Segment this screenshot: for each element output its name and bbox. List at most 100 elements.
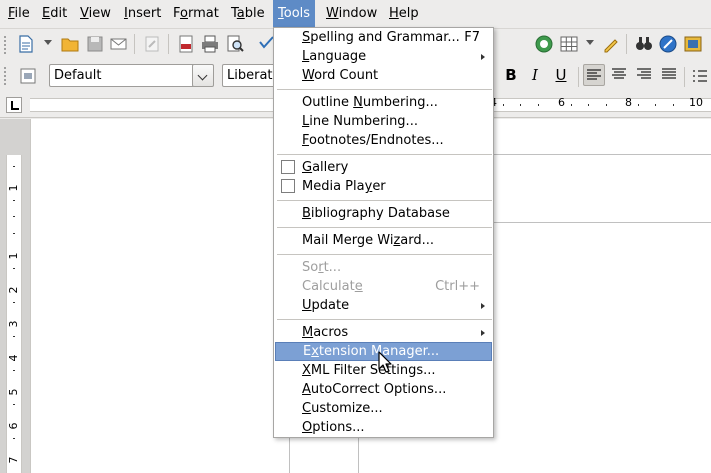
toolbar-separator xyxy=(134,34,135,54)
menu-insert[interactable]: Insert xyxy=(119,0,166,27)
ruler-number: 6 xyxy=(7,422,20,430)
ruler-tick xyxy=(13,233,15,234)
align-center-button[interactable] xyxy=(608,64,630,86)
menu-item-language[interactable]: Language xyxy=(275,47,492,66)
ruler-number: 6 xyxy=(558,96,565,109)
ruler-tick xyxy=(13,404,15,405)
submenu-arrow-icon xyxy=(481,330,485,336)
justify-icon xyxy=(662,68,676,79)
align-left-icon xyxy=(587,69,601,80)
gallery-checkbox[interactable] xyxy=(281,160,295,174)
ruler-tick xyxy=(673,104,674,106)
draw-functions-icon[interactable] xyxy=(601,34,621,54)
menu-separator xyxy=(277,200,492,201)
menu-item-sort[interactable]: Sort... xyxy=(275,258,492,277)
ruler-tick xyxy=(13,302,15,303)
table-dropdown[interactable] xyxy=(586,40,594,45)
menu-window[interactable]: Window xyxy=(321,0,382,27)
menu-separator xyxy=(277,227,492,228)
toolbar-grip[interactable] xyxy=(3,66,7,86)
menu-item-mail-merge-wizard[interactable]: Mail Merge Wizard... xyxy=(275,231,492,250)
ruler-number: 4 xyxy=(7,354,20,362)
media-player-checkbox[interactable] xyxy=(281,179,295,193)
ruler-tick xyxy=(638,104,639,106)
menu-item-gallery[interactable]: Gallery xyxy=(275,158,492,177)
open-folder-icon[interactable] xyxy=(60,34,80,54)
list-icon[interactable] xyxy=(690,66,710,86)
menu-help[interactable]: Help xyxy=(384,0,424,27)
paragraph-style-dropdown-button[interactable] xyxy=(192,64,214,87)
menu-separator xyxy=(277,254,492,255)
mouse-cursor-icon xyxy=(378,351,392,373)
ruler-number: 8 xyxy=(625,96,632,109)
ruler-tick xyxy=(520,104,521,106)
menu-item-media-player[interactable]: Media Player xyxy=(275,177,492,196)
table-icon[interactable] xyxy=(559,34,579,54)
toolbar-separator xyxy=(626,34,627,54)
menu-table[interactable]: Table xyxy=(226,0,270,27)
menu-item-options[interactable]: Options... xyxy=(275,418,492,437)
justify-button[interactable] xyxy=(658,64,680,86)
paragraph-style-combo[interactable]: Default xyxy=(49,64,195,87)
save-icon[interactable] xyxy=(85,34,105,54)
menu-item-word-count[interactable]: Word Count xyxy=(275,66,492,85)
ruler-number: 1 xyxy=(7,184,20,192)
gallery-icon[interactable] xyxy=(658,34,678,54)
menu-bar: File Edit View Insert Format Table Tools… xyxy=(0,0,711,27)
ruler-tick xyxy=(13,336,15,337)
styles-icon[interactable] xyxy=(18,66,38,86)
tab-stop-selector[interactable] xyxy=(6,97,22,113)
menu-item-outline-numbering[interactable]: Outline Numbering... xyxy=(275,93,492,112)
menu-item-customize[interactable]: Customize... xyxy=(275,399,492,418)
underline-button[interactable]: U xyxy=(550,64,572,86)
menu-separator xyxy=(277,154,492,155)
toolbar-separator xyxy=(578,67,579,87)
menu-item-spelling-and-grammar[interactable]: Spelling and Grammar... F7 xyxy=(275,28,492,47)
italic-button[interactable]: I xyxy=(524,64,546,86)
print-icon[interactable] xyxy=(200,34,220,54)
menu-view[interactable]: View xyxy=(75,0,116,27)
align-left-button[interactable] xyxy=(583,64,605,86)
ruler-tick xyxy=(13,268,15,269)
find-replace-icon[interactable] xyxy=(634,34,654,54)
new-document-icon[interactable] xyxy=(16,34,36,54)
menu-tools[interactable]: Tools xyxy=(273,0,316,27)
ruler-tick xyxy=(13,438,15,439)
shortcut-label: F7 xyxy=(464,30,480,45)
navigator-icon[interactable] xyxy=(534,34,554,54)
insert-image-icon[interactable] xyxy=(683,34,703,54)
ruler-number: 10 xyxy=(689,96,703,109)
shortcut-label: Ctrl++ xyxy=(435,279,480,294)
ruler-number: 7 xyxy=(7,456,20,464)
menu-item-autocorrect-options[interactable]: AutoCorrect Options... xyxy=(275,380,492,399)
ruler-tick xyxy=(571,104,572,106)
menu-file[interactable]: File xyxy=(3,0,35,27)
ruler-tick xyxy=(13,166,15,167)
align-right-button[interactable] xyxy=(633,64,655,86)
bold-button[interactable]: B xyxy=(500,64,522,86)
ruler-tick xyxy=(655,104,656,106)
ruler-tick xyxy=(13,370,15,371)
ruler-number: 5 xyxy=(7,388,20,396)
menu-separator xyxy=(277,319,492,320)
toolbar-grip[interactable] xyxy=(3,35,7,55)
menu-item-bibliography-database[interactable]: Bibliography Database xyxy=(275,204,492,223)
ruler-number: 3 xyxy=(7,320,20,328)
tools-menu-dropdown: Spelling and Grammar... F7 Language Word … xyxy=(273,27,494,438)
ruler-tick xyxy=(13,200,15,201)
menu-item-line-numbering[interactable]: Line Numbering... xyxy=(275,112,492,131)
new-document-dropdown[interactable] xyxy=(44,40,52,45)
email-icon[interactable] xyxy=(109,34,129,54)
menu-item-macros[interactable]: Macros xyxy=(275,323,492,342)
print-preview-icon[interactable] xyxy=(225,34,245,54)
submenu-arrow-icon xyxy=(481,54,485,60)
export-pdf-icon[interactable] xyxy=(176,34,196,54)
menu-format[interactable]: Format xyxy=(168,0,224,27)
ruler-tick xyxy=(13,216,15,217)
menu-item-footnotes-endnotes[interactable]: Footnotes/Endnotes... xyxy=(275,131,492,150)
edit-file-icon[interactable] xyxy=(142,34,162,54)
menu-edit[interactable]: Edit xyxy=(37,0,72,27)
menu-item-calculate[interactable]: Calculate Ctrl++ xyxy=(275,277,492,296)
ruler-tick xyxy=(503,104,504,106)
menu-item-update[interactable]: Update xyxy=(275,296,492,315)
